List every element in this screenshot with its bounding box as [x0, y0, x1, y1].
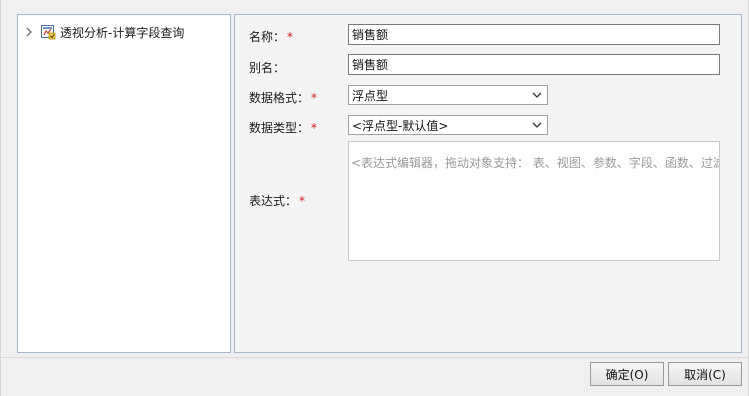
chevron-right-icon[interactable]	[24, 23, 34, 41]
format-select-value: 浮点型	[352, 88, 389, 103]
name-input[interactable]: 销售额	[348, 24, 720, 45]
ok-button[interactable]: 确定(O)	[590, 362, 664, 386]
calculated-field-dialog: 透视分析-计算字段查询 名称： * 销售额 别名： 销售额 数据格式： * 浮点型	[0, 0, 749, 396]
alias-label: 别名：	[249, 61, 286, 75]
required-mark: *	[299, 194, 306, 208]
type-select-value: <浮点型-默认值>	[352, 118, 449, 133]
type-label: 数据类型： *	[249, 121, 318, 135]
format-select[interactable]: 浮点型	[348, 85, 548, 105]
expression-placeholder: <表达式编辑器，拖动对象支持： 表、视图、参数、字段、函数、过滤器、注	[351, 156, 720, 170]
resource-tree-panel: 透视分析-计算字段查询	[17, 14, 231, 353]
required-mark: *	[287, 30, 294, 44]
footer-divider	[1, 357, 749, 358]
chevron-down-icon[interactable]	[530, 86, 544, 104]
type-select[interactable]: <浮点型-默认值>	[348, 115, 548, 135]
required-mark: *	[311, 91, 318, 105]
tree-node-label: 透视分析-计算字段查询	[60, 25, 185, 40]
tree-node-query[interactable]: 透视分析-计算字段查询	[24, 23, 184, 41]
cancel-button[interactable]: 取消(C)	[668, 362, 742, 386]
alias-input[interactable]: 销售额	[348, 54, 720, 75]
field-form-panel: 名称： * 销售额 别名： 销售额 数据格式： * 浮点型 数据类型： * <浮点型-…	[234, 14, 742, 353]
query-report-icon	[40, 24, 56, 40]
chevron-down-icon[interactable]	[530, 116, 544, 134]
name-label: 名称： *	[249, 30, 294, 44]
expression-label: 表达式： *	[249, 194, 306, 208]
expression-editor[interactable]: <表达式编辑器，拖动对象支持： 表、视图、参数、字段、函数、过滤器、注	[348, 141, 720, 261]
required-mark: *	[311, 121, 318, 135]
format-label: 数据格式： *	[249, 91, 318, 105]
